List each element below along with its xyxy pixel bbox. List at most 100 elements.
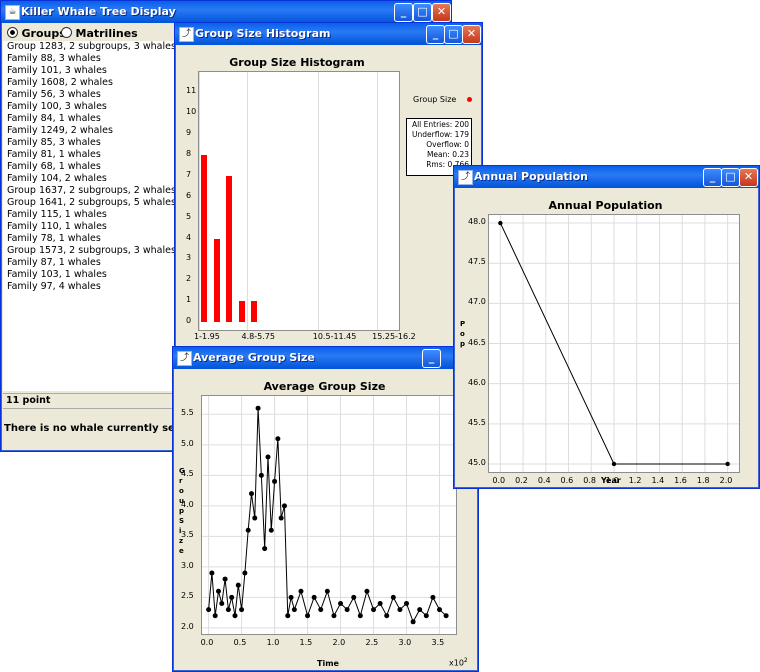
legend-label: Group Size <box>413 95 457 104</box>
radio-matrilines[interactable]: Matrilines <box>61 27 138 40</box>
data-point <box>417 607 423 613</box>
data-point <box>235 582 241 588</box>
annual-plot-area <box>488 214 740 473</box>
data-point <box>364 588 370 594</box>
minimize-button[interactable]: _ <box>394 3 413 22</box>
legend-dot-icon <box>466 97 472 102</box>
radio-selected-icon <box>7 27 18 38</box>
x-tick-label: 1.5 <box>299 638 313 647</box>
data-point <box>423 613 429 619</box>
data-point <box>248 491 254 497</box>
maximize-button[interactable]: □ <box>444 25 463 44</box>
data-point <box>268 527 274 533</box>
data-point <box>324 588 330 594</box>
y-tick-label: 2.5 <box>181 591 194 601</box>
minimize-button[interactable]: _ <box>422 349 441 368</box>
close-button[interactable]: ✕ <box>739 168 758 187</box>
chart-icon: ⤴ <box>177 351 192 366</box>
data-point <box>278 515 284 521</box>
data-point <box>258 472 264 478</box>
minimize-button[interactable]: _ <box>703 168 722 187</box>
radio-bar: Groups Matrilines <box>5 25 175 41</box>
radio-unselected-icon <box>61 27 72 38</box>
list-item[interactable]: Family 1249, 2 whales <box>7 125 113 136</box>
list-item[interactable]: Family 100, 3 whales <box>7 101 107 112</box>
data-point <box>225 607 231 613</box>
list-item[interactable]: Family 104, 2 whales <box>7 173 107 184</box>
list-item[interactable]: Family 101, 3 whales <box>7 65 107 76</box>
y-tick-label: 5.0 <box>181 438 194 448</box>
data-point <box>725 461 730 467</box>
annual-x-label: Year <box>601 476 621 485</box>
y-tick-label: 2.0 <box>181 621 194 631</box>
average-x-label: Time <box>317 659 339 668</box>
histogram-chart-title: Group Size Histogram <box>229 56 365 69</box>
list-item[interactable]: Family 78, 1 whales <box>7 233 101 244</box>
data-point <box>311 594 317 600</box>
annual-window: ⤴ Annual Population _ □ ✕ Annual Populat… <box>453 165 760 489</box>
close-button[interactable]: ✕ <box>462 25 481 44</box>
annual-titlebar[interactable]: ⤴ Annual Population _ □ ✕ <box>454 166 759 188</box>
data-point <box>288 594 294 600</box>
histogram-titlebar[interactable]: ⤴ Group Size Histogram _ □ ✕ <box>175 23 482 45</box>
y-tick-label: 46.5 <box>468 337 486 347</box>
histogram-window-title: Group Size Histogram <box>195 27 331 40</box>
y-tick-label: 47.0 <box>468 297 486 307</box>
data-point <box>338 600 344 606</box>
data-point <box>611 461 617 467</box>
y-tick-label: 0 <box>186 316 192 325</box>
x-tick-label: 10.5-11.45 <box>312 332 357 341</box>
average-y-label: Group Size <box>179 467 185 555</box>
x-tick-label: 1.6 <box>674 476 687 485</box>
list-item[interactable]: Group 1283, 2 subgroups, 3 whales <box>7 41 176 52</box>
histogram-bar <box>201 155 208 322</box>
annual-chart-title: Annual Population <box>548 199 663 212</box>
data-point <box>285 613 291 619</box>
list-item[interactable]: Family 85, 3 whales <box>7 137 101 148</box>
exponent-label: x102 <box>449 657 468 668</box>
minimize-button[interactable]: _ <box>426 25 445 44</box>
list-item[interactable]: Family 88, 3 whales <box>7 53 101 64</box>
data-point <box>206 607 212 613</box>
histogram-bar <box>238 301 245 322</box>
data-point <box>252 515 258 521</box>
average-plot-area <box>201 395 457 635</box>
java-icon: ☕ <box>5 5 20 20</box>
y-tick-label: 8 <box>186 149 192 159</box>
x-tick-label: 2.0 <box>719 476 733 485</box>
close-button[interactable]: ✕ <box>432 3 451 22</box>
x-tick-label: 2.5 <box>365 638 379 647</box>
data-point <box>262 546 268 552</box>
list-item[interactable]: Group 1573, 2 subgroups, 3 whales <box>7 245 176 256</box>
grid-line <box>377 72 379 330</box>
average-titlebar[interactable]: ⤴ Average Group Size _ <box>173 347 478 369</box>
maximize-button[interactable]: □ <box>721 168 740 187</box>
list-item[interactable]: Group 1637, 2 subgroups, 2 whales <box>7 185 176 196</box>
data-point <box>275 436 281 442</box>
list-item[interactable]: Family 56, 3 whales <box>7 89 101 100</box>
main-titlebar[interactable]: ☕ Killer Whale Tree Display _ □ ✕ <box>1 1 451 23</box>
data-point <box>397 607 403 613</box>
data-point <box>255 405 261 411</box>
list-item[interactable]: Family 81, 1 whales <box>7 149 101 160</box>
data-point <box>281 503 287 509</box>
list-item[interactable]: Family 87, 1 whales <box>7 257 101 268</box>
list-item[interactable]: Family 68, 1 whales <box>7 161 101 172</box>
y-tick-label: 45.0 <box>468 457 486 467</box>
list-item[interactable]: Family 1608, 2 whales <box>7 77 113 88</box>
list-item[interactable]: Family 84, 1 whales <box>7 113 101 124</box>
list-item[interactable]: Group 1641, 2 subgroups, 5 whales <box>7 197 176 208</box>
histogram-bar <box>226 175 233 322</box>
data-point <box>318 607 324 613</box>
radio-groups[interactable]: Groups <box>7 27 66 40</box>
data-point <box>215 588 221 594</box>
x-tick-label: 4.8-5.75 <box>241 332 275 341</box>
maximize-button[interactable]: □ <box>413 3 432 22</box>
histogram-content: Group Size Histogram 0 1 2 3 4 5 6 7 8 9 10 11 1-1.… <box>177 46 478 357</box>
list-item[interactable]: Family 97, 4 whales <box>7 281 101 292</box>
list-item[interactable]: Family 115, 1 whales <box>7 209 107 220</box>
grid-line <box>246 72 248 330</box>
list-item[interactable]: Family 110, 1 whales <box>7 221 107 232</box>
list-item[interactable]: Family 103, 1 whales <box>7 269 107 280</box>
x-tick-label: 1-1.95 <box>194 332 220 341</box>
